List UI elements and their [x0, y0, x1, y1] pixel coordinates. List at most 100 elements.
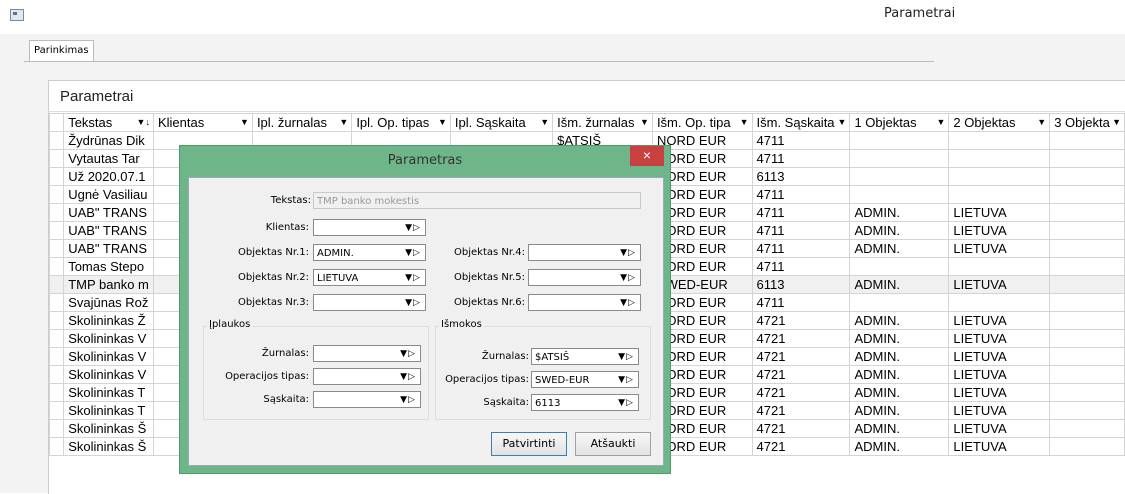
table-cell[interactable] — [1049, 149, 1125, 168]
row-indicator[interactable] — [48, 275, 65, 294]
table-cell[interactable]: 4721 — [751, 401, 851, 420]
table-cell[interactable] — [1049, 239, 1125, 258]
table-cell[interactable]: ADMIN. — [849, 347, 950, 366]
filter-icon[interactable]: ▼ — [740, 117, 749, 127]
row-indicator[interactable] — [48, 131, 65, 150]
table-cell[interactable]: Svajūnas Rož — [63, 293, 154, 312]
table-cell[interactable]: 4711 — [751, 221, 851, 240]
dropdown-icon[interactable]: ▼▷ — [402, 246, 424, 260]
row-indicator[interactable] — [48, 293, 65, 312]
table-cell[interactable] — [1049, 401, 1125, 420]
dropdown-icon[interactable]: ▼▷ — [615, 373, 637, 387]
row-indicator[interactable] — [48, 401, 65, 420]
table-cell[interactable] — [1049, 383, 1125, 402]
table-cell[interactable] — [948, 167, 1051, 186]
column-header[interactable]: Tekstas ▼↓ — [63, 113, 154, 132]
column-header[interactable]: Išm. Sąskaita ▼ — [751, 113, 851, 132]
column-header[interactable]: Ipl. žurnalas ▼ — [251, 113, 353, 132]
objektas-2-select[interactable]: LIETUVA ▼▷ — [313, 269, 426, 286]
filter-icon[interactable]: ▼ — [438, 117, 447, 127]
table-cell[interactable]: Skolininkas T — [63, 383, 154, 402]
row-indicator[interactable] — [48, 149, 65, 168]
dropdown-icon[interactable]: ▼▷ — [397, 370, 419, 384]
column-header[interactable]: 2 Objektas ▼ — [948, 113, 1051, 132]
row-indicator[interactable] — [48, 383, 65, 402]
row-indicator[interactable] — [48, 257, 65, 276]
table-cell[interactable]: 4711 — [751, 239, 851, 258]
column-header[interactable]: Ipl. Sąskaita ▼ — [449, 113, 554, 132]
filter-icon[interactable]: ▼ — [240, 117, 249, 127]
table-cell[interactable]: 4721 — [751, 311, 851, 330]
ism-optipas-select[interactable]: SWED-EUR ▼▷ — [531, 371, 639, 388]
dropdown-icon[interactable]: ▼▷ — [617, 271, 639, 285]
row-indicator[interactable] — [48, 221, 65, 240]
tekstas-field[interactable]: TMP banko mokestis — [313, 192, 641, 209]
column-header[interactable]: Išm. žurnalas ▼ — [552, 113, 653, 132]
column-header[interactable]: Klientas ▼ — [152, 113, 253, 132]
ism-saskaita-select[interactable]: 6113 ▼▷ — [531, 394, 639, 411]
table-cell[interactable]: 4711 — [751, 131, 851, 150]
table-cell[interactable]: ADMIN. — [849, 221, 950, 240]
table-cell[interactable]: ADMIN. — [849, 203, 950, 222]
table-cell[interactable]: ADMIN. — [849, 419, 950, 438]
table-cell[interactable] — [1049, 311, 1125, 330]
table-cell[interactable] — [849, 149, 950, 168]
row-indicator[interactable] — [48, 239, 65, 258]
table-cell[interactable]: 4721 — [751, 329, 851, 348]
filter-icon[interactable]: ▼ — [540, 117, 549, 127]
table-cell[interactable] — [1049, 203, 1125, 222]
table-cell[interactable]: Žydrūnas Dik — [63, 131, 154, 150]
table-cell[interactable]: 4721 — [751, 365, 851, 384]
dropdown-icon[interactable]: ▼▷ — [402, 221, 424, 235]
objektas-4-select[interactable]: ▼▷ — [528, 244, 641, 261]
table-cell[interactable]: UAB" TRANS — [63, 221, 154, 240]
table-cell[interactable]: 4721 — [751, 383, 851, 402]
filter-icon[interactable]: ▼ — [838, 117, 847, 127]
table-cell[interactable] — [1049, 167, 1125, 186]
column-header[interactable]: Išm. Op. tipa ▼ — [651, 113, 753, 132]
table-cell[interactable] — [849, 185, 950, 204]
table-cell[interactable] — [948, 149, 1051, 168]
table-cell[interactable]: 4711 — [751, 293, 851, 312]
objektas-5-select[interactable]: ▼▷ — [528, 269, 641, 286]
table-cell[interactable]: ADMIN. — [849, 383, 950, 402]
table-cell[interactable]: ADMIN. — [849, 329, 950, 348]
table-cell[interactable]: 6113 — [751, 167, 851, 186]
objektas-6-select[interactable]: ▼▷ — [528, 294, 641, 311]
table-cell[interactable] — [948, 131, 1051, 150]
table-cell[interactable]: 4711 — [751, 257, 851, 276]
table-cell[interactable]: Skolininkas V — [63, 329, 154, 348]
close-button[interactable]: × — [630, 146, 664, 166]
table-cell[interactable] — [1049, 275, 1125, 294]
dropdown-icon[interactable]: ▼▷ — [617, 246, 639, 260]
table-cell[interactable] — [1049, 419, 1125, 438]
table-cell[interactable]: ADMIN. — [849, 239, 950, 258]
filter-icon[interactable]: ▼ — [936, 117, 945, 127]
table-cell[interactable] — [1049, 293, 1125, 312]
table-cell[interactable]: LIETUVA — [948, 365, 1051, 384]
dropdown-icon[interactable]: ▼▷ — [402, 271, 424, 285]
table-cell[interactable] — [1049, 437, 1125, 456]
table-cell[interactable]: Vytautas Tar — [63, 149, 154, 168]
table-cell[interactable]: 4711 — [751, 185, 851, 204]
row-indicator[interactable] — [48, 437, 65, 456]
row-indicator[interactable] — [48, 167, 65, 186]
table-cell[interactable] — [849, 167, 950, 186]
objektas-3-select[interactable]: ▼▷ — [313, 294, 426, 311]
table-cell[interactable]: LIETUVA — [948, 311, 1051, 330]
table-cell[interactable] — [849, 257, 950, 276]
table-cell[interactable]: 4711 — [751, 149, 851, 168]
table-cell[interactable]: TMP banko m — [63, 275, 154, 294]
table-cell[interactable]: LIETUVA — [948, 419, 1051, 438]
table-cell[interactable]: Skolininkas T — [63, 401, 154, 420]
column-header[interactable]: 1 Objektas ▼ — [849, 113, 950, 132]
table-cell[interactable] — [948, 257, 1051, 276]
table-cell[interactable]: LIETUVA — [948, 275, 1051, 294]
table-cell[interactable]: LIETUVA — [948, 437, 1051, 456]
table-cell[interactable]: UAB" TRANS — [63, 239, 154, 258]
table-cell[interactable] — [948, 293, 1051, 312]
table-cell[interactable]: 4721 — [751, 437, 851, 456]
table-cell[interactable]: 6113 — [751, 275, 851, 294]
dropdown-icon[interactable]: ▼▷ — [397, 393, 419, 407]
column-header[interactable]: 3 Objekta ▼ — [1049, 113, 1125, 132]
